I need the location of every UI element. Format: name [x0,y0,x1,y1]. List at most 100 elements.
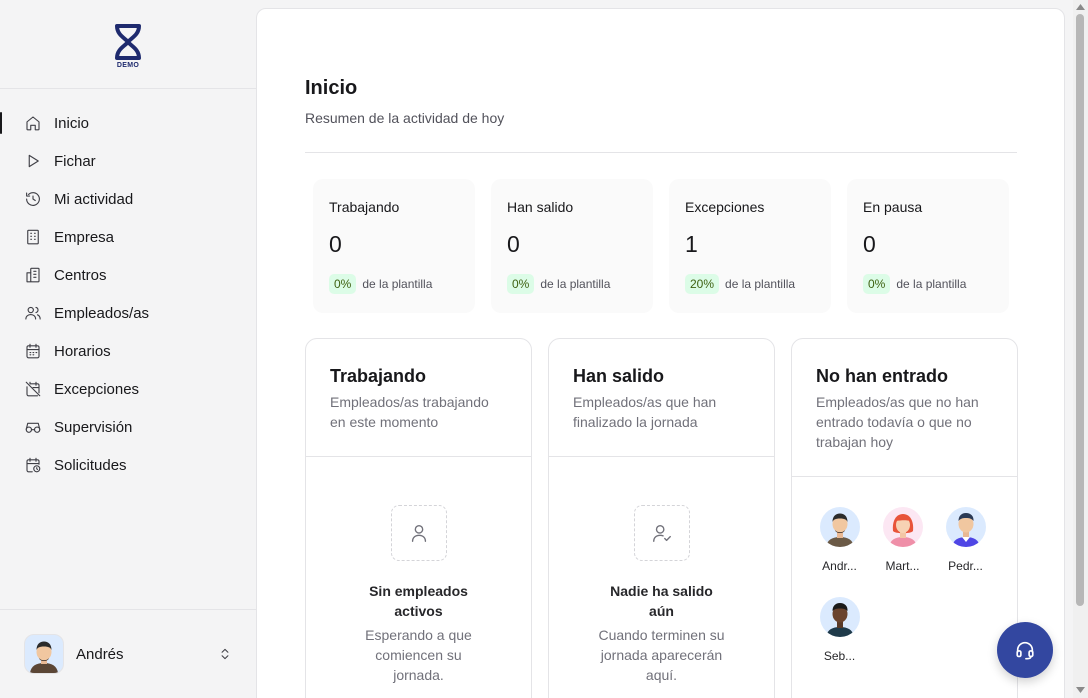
chevron-up-down-icon [218,647,232,661]
page-header: Inicio Resumen de la actividad de hoy [305,77,1017,126]
sidebar-item-empresa[interactable]: Empresa [0,218,256,256]
avatar [819,507,860,547]
sidebar-item-label: Solicitudes [54,456,127,474]
support-button[interactable] [997,622,1053,678]
sidebar-item-label: Fichar [54,152,96,170]
card-han-salido: Han salido Empleados/as que han finaliza… [548,338,775,698]
list-item[interactable]: Andr... [808,507,871,597]
stat-label: Han salido [507,199,574,215]
percent-suffix: de la plantilla [362,277,433,291]
stat-card-en-pausa: En pausa 0 0% de la plantilla [847,179,1009,313]
calendar-off-icon [24,380,42,398]
user-name: Andrés [76,645,124,663]
scroll-down-icon[interactable] [1076,687,1085,693]
sidebar: DEMO Inicio Fichar Mi actividad Empresa … [0,0,256,698]
stat-value: 0 [863,231,876,257]
percent-suffix: de la plantilla [725,277,796,291]
calendar-icon [24,342,42,360]
scrollbar[interactable] [1073,0,1088,698]
stat-card-excepciones: Excepciones 1 20% de la plantilla [669,179,831,313]
play-icon [24,152,42,170]
hourglass-logo-icon [115,24,141,60]
sidebar-item-label: Mi actividad [54,190,134,208]
sidebar-item-excepciones[interactable]: Excepciones [0,370,256,408]
empty-title: Nadie ha salido aún [610,583,713,619]
person-name: Seb... [823,649,856,663]
card-header: Trabajando Empleados/as trabajando en es… [306,339,531,457]
percent-suffix: de la plantilla [896,277,967,291]
empty-title: Sin empleados activos [369,583,468,619]
headset-icon [1016,641,1034,660]
card-title: Trabajando [330,366,427,386]
person-name: Pedr... [948,559,983,573]
logo[interactable]: DEMO [0,0,256,89]
history-icon [24,190,42,208]
sidebar-item-inicio[interactable]: Inicio [0,104,256,142]
person-name: Andr... [822,559,857,573]
empty-state: Sin empleados activos Esperando a que co… [306,457,531,685]
sidebar-item-empleados[interactable]: Empleados/as [0,294,256,332]
sidebar-item-centros[interactable]: Centros [0,256,256,294]
people-list: Andr... Mart... Pedr... Seb... [792,477,1017,687]
buildings-icon [24,266,42,284]
card-trabajando: Trabajando Empleados/as trabajando en es… [305,338,532,698]
sidebar-item-label: Excepciones [54,380,140,398]
card-no-han-entrado: No han entrado Empleados/as que no han e… [791,338,1018,698]
sidebar-item-label: Horarios [54,342,111,360]
users-icon [24,304,42,322]
list-item[interactable]: Mart... [871,507,934,597]
card-header: Han salido Empleados/as que han finaliza… [549,339,774,457]
scrollbar-thumb[interactable] [1076,14,1084,606]
page-title: Inicio [305,77,358,99]
glasses-icon [24,418,42,436]
percent-badge: 0% [863,274,891,294]
stat-card-trabajando: Trabajando 0 0% de la plantilla [313,179,475,313]
page-subtitle: Resumen de la actividad de hoy [305,110,505,126]
avatar [882,507,923,547]
percent-badge: 20% [685,274,720,294]
card-title: Han salido [573,366,665,386]
stat-label: Excepciones [685,199,765,215]
sidebar-item-solicitudes[interactable]: Solicitudes [0,446,256,484]
avatar [945,507,986,547]
user-menu[interactable]: Andrés [0,609,256,698]
user-check-icon [633,505,690,561]
logo-text: DEMO [116,62,140,69]
sidebar-item-label: Inicio [54,114,90,132]
list-item[interactable]: Pedr... [934,507,997,597]
scroll-up-icon[interactable] [1076,4,1085,10]
building-icon [24,228,42,246]
card-header: No han entrado Empleados/as que no han e… [792,339,1017,477]
stats-row: Trabajando 0 0% de la plantilla Han sali… [313,179,1009,313]
stat-value: 1 [685,231,698,257]
home-icon [24,114,42,132]
sidebar-item-label: Empresa [54,228,115,246]
card-description: Empleados/as que han finalizado la jorna… [573,394,717,430]
empty-description: Cuando terminen su jornada aparecerán aq… [598,627,725,683]
sidebar-item-supervision[interactable]: Supervisión [0,408,256,446]
stat-label: En pausa [863,199,923,215]
sidebar-item-horarios[interactable]: Horarios [0,332,256,370]
sidebar-item-label: Centros [54,266,107,284]
empty-description: Esperando a que comiencen su jornada. [365,627,472,683]
percent-badge: 0% [329,274,357,294]
card-title: No han entrado [816,366,949,386]
avatar [24,634,64,674]
percent-suffix: de la plantilla [540,277,611,291]
sidebar-nav: Inicio Fichar Mi actividad Empresa Centr… [0,89,256,484]
calendar-clock-icon [24,456,42,474]
percent-badge: 0% [507,274,535,294]
empty-state: Nadie ha salido aún Cuando terminen su j… [549,457,774,685]
stat-label: Trabajando [329,199,400,215]
card-description: Empleados/as que no han entrado todavía … [816,394,979,450]
user-avatar-icon [30,641,58,673]
sidebar-item-mi-actividad[interactable]: Mi actividad [0,180,256,218]
divider [305,152,1017,153]
person-name: Mart... [885,559,920,573]
main-panel: Inicio Resumen de la actividad de hoy Tr… [256,8,1065,698]
sidebar-item-fichar[interactable]: Fichar [0,142,256,180]
list-item[interactable]: Seb... [808,597,871,687]
avatar [819,597,860,637]
sidebar-item-label: Supervisión [54,418,133,436]
sidebar-item-label: Empleados/as [54,304,150,322]
